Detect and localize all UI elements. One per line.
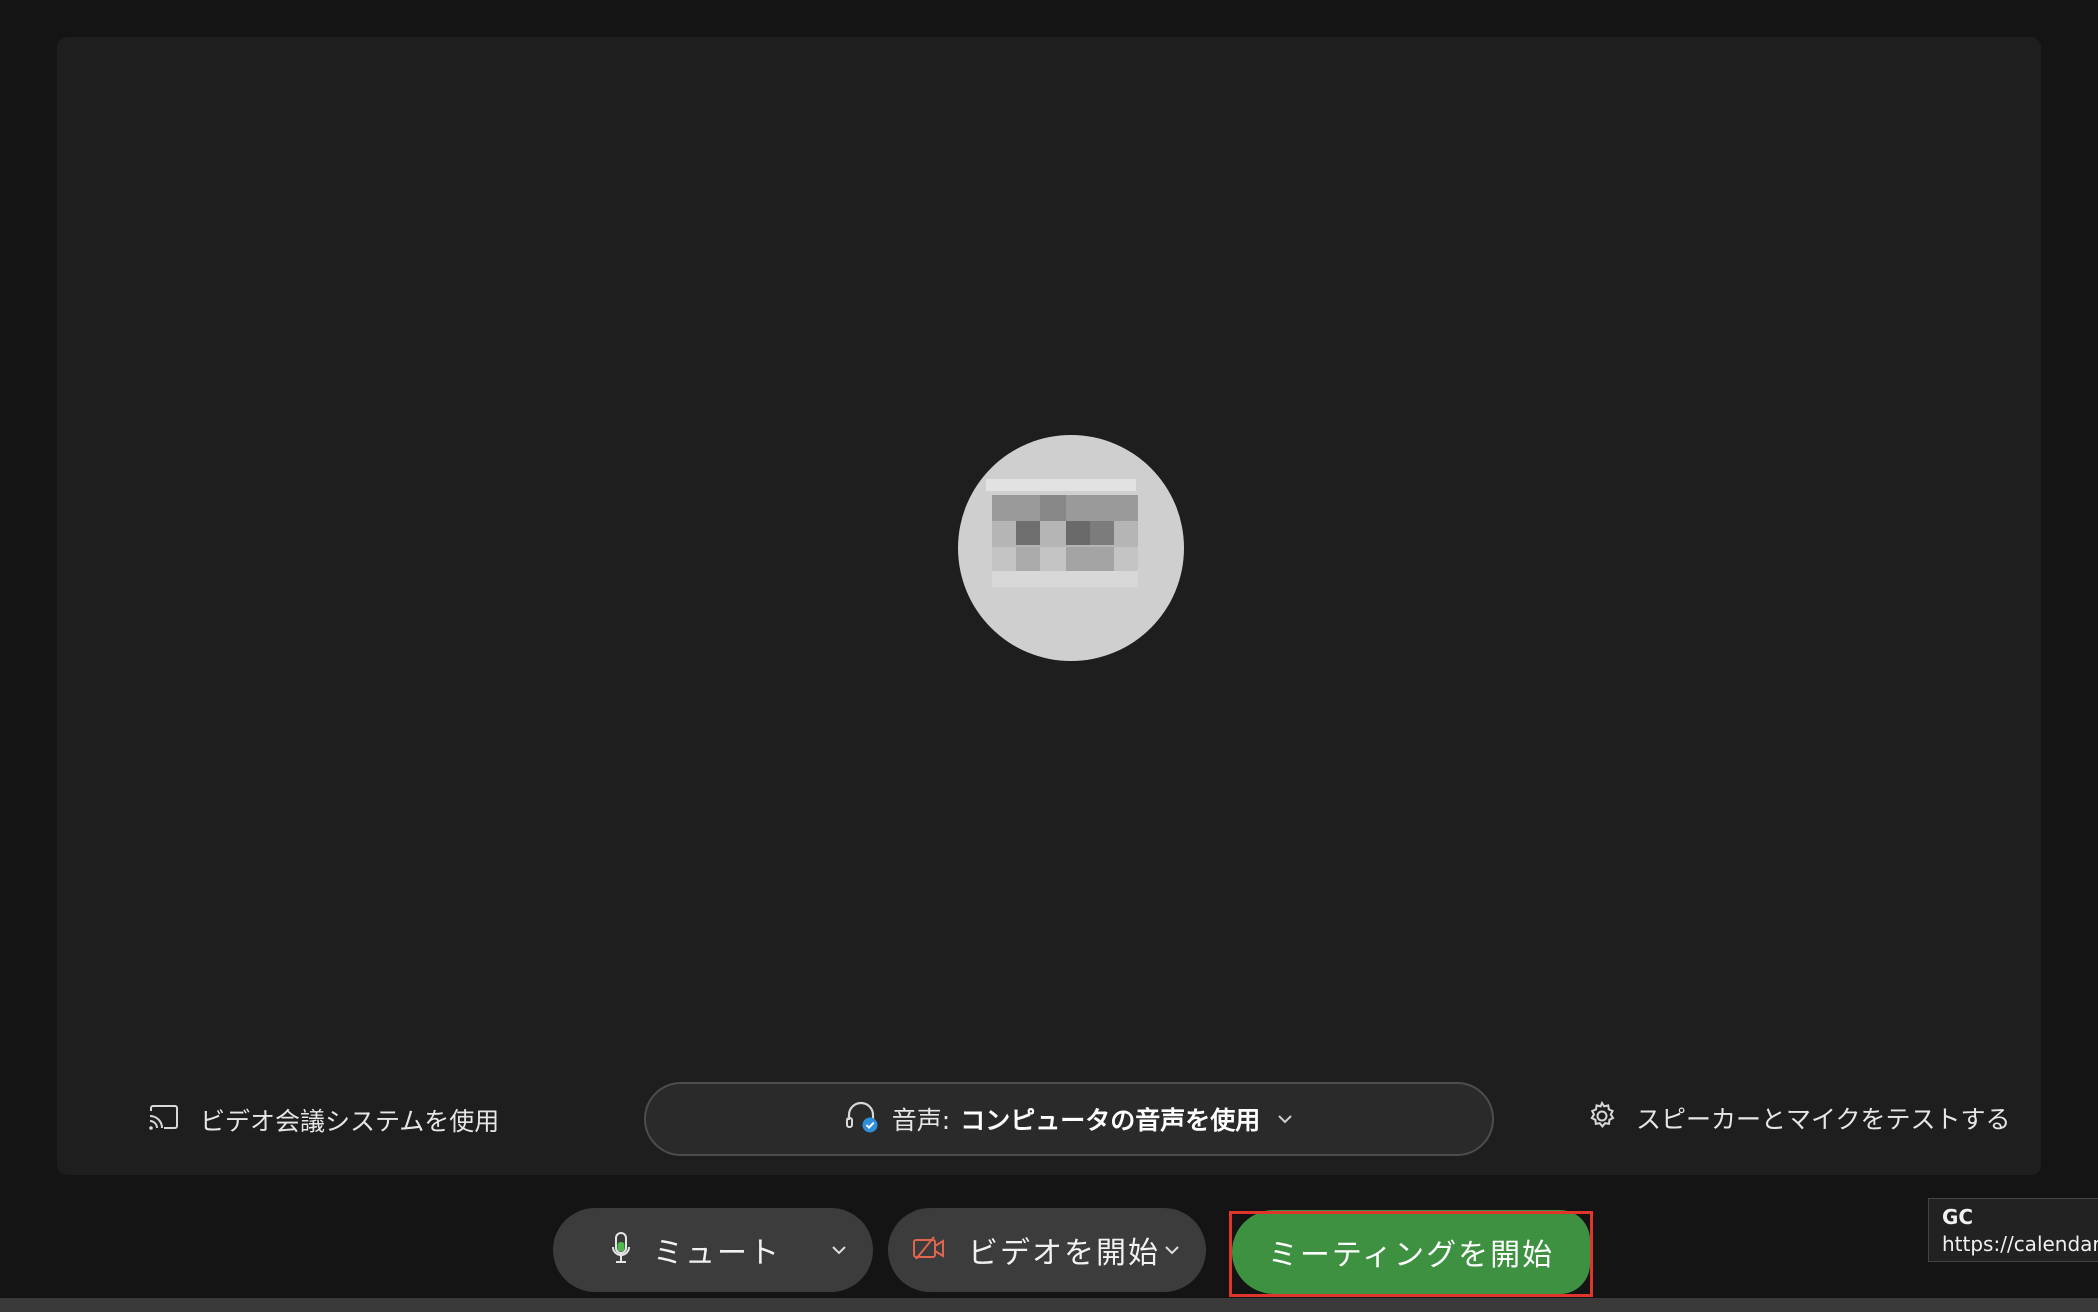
chevron-down-icon xyxy=(1276,1110,1294,1129)
chevron-down-icon xyxy=(830,1241,848,1260)
audio-prefix: 音声: xyxy=(891,1106,951,1135)
tooltip-title: GC xyxy=(1942,1205,1974,1229)
avatar-pixel xyxy=(1066,521,1090,545)
avatar-pixel xyxy=(992,521,1138,547)
preview-stage: ビデオ会議システムを使用 音声: コンピュータの音声を使用 スピーカーとマイクを… xyxy=(57,37,2041,1175)
mute-button[interactable]: ミュート xyxy=(611,1228,781,1272)
test-audio-button[interactable]: スピーカーとマイクをテストする xyxy=(1586,1096,2011,1140)
mute-options-dropdown[interactable] xyxy=(821,1232,857,1268)
gear-icon xyxy=(1586,1100,1618,1136)
microphone-icon xyxy=(611,1231,631,1269)
start-video-label: ビデオを開始 xyxy=(968,1236,1160,1271)
headset-icon xyxy=(844,1100,882,1138)
avatar-pixel xyxy=(1016,547,1040,571)
highlight-box xyxy=(1229,1211,1593,1297)
test-audio-label: スピーカーとマイクをテストする xyxy=(1636,1105,2011,1134)
audio-value: コンピュータの音声を使用 xyxy=(960,1106,1261,1135)
avatar-pixel xyxy=(1066,547,1114,571)
avatar-pixel xyxy=(1090,521,1114,545)
video-control: ビデオを開始 xyxy=(888,1208,1206,1292)
room-system-button[interactable]: ビデオ会議システムを使用 xyxy=(148,1098,499,1142)
avatar-pixel xyxy=(1016,521,1040,545)
mute-label: ミュート xyxy=(653,1236,781,1271)
avatar-pixel xyxy=(992,547,1138,571)
avatar xyxy=(958,435,1184,661)
tooltip-url: https://calendar. xyxy=(1942,1232,2098,1256)
link-tooltip: GC https://calendar. xyxy=(1928,1198,2098,1262)
avatar-pixel xyxy=(986,479,1136,491)
mute-control: ミュート xyxy=(553,1208,873,1292)
chevron-down-icon xyxy=(1163,1241,1181,1260)
bottom-strip xyxy=(0,1298,2098,1312)
start-video-button[interactable]: ビデオを開始 xyxy=(912,1228,1160,1272)
video-options-dropdown[interactable] xyxy=(1154,1232,1190,1268)
avatar-pixel xyxy=(1040,495,1066,521)
audio-select[interactable]: 音声: コンピュータの音声を使用 xyxy=(644,1082,1494,1156)
room-system-label: ビデオ会議システムを使用 xyxy=(200,1107,500,1136)
cast-screen-icon xyxy=(148,1104,180,1136)
avatar-pixel xyxy=(992,571,1138,587)
video-camera-off-icon xyxy=(912,1235,946,1265)
